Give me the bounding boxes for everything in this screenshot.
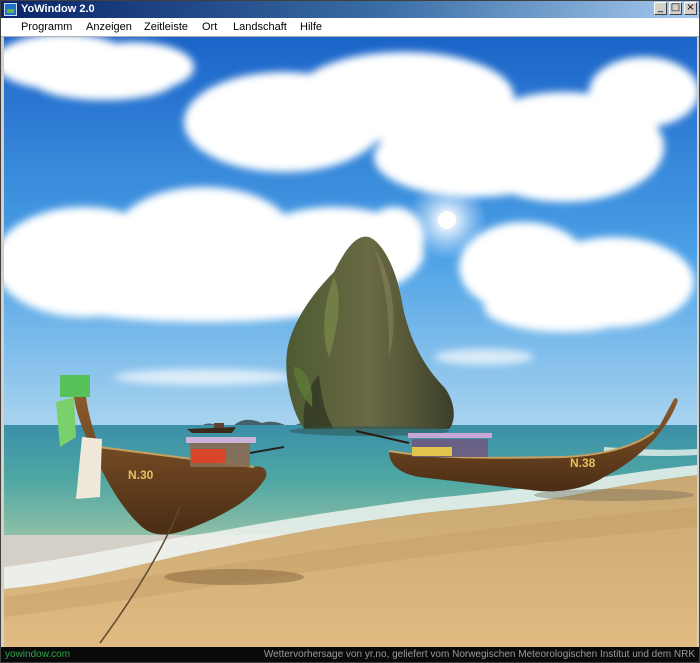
boat-right-label: N.38 [570,456,596,470]
window-title: YoWindow 2.0 [21,3,95,15]
minimize-button[interactable]: _ [654,2,667,15]
boat-left-label: N.30 [128,468,154,482]
menu-hilfe[interactable]: Hilfe [300,21,322,34]
maximize-button[interactable]: □ [669,2,682,15]
app-window: YoWindow 2.0 _ □ × Programm Anzeigen Zei… [0,0,700,663]
status-bar: yowindow.com Wettervorhersage von yr.no,… [1,647,699,662]
forecast-credit[interactable]: Wettervorhersage von yr.no, geliefert vo… [264,648,695,661]
menu-anzeigen[interactable]: Anzeigen [86,21,132,34]
menu-programm[interactable]: Programm [21,21,72,34]
menu-ort[interactable]: Ort [202,21,217,34]
title-bar[interactable]: YoWindow 2.0 _ □ × [1,1,699,18]
menu-zeitleiste[interactable]: Zeitleiste [144,21,188,34]
close-button[interactable]: × [684,2,697,15]
menu-bar: Programm Anzeigen Zeitleiste Ort Landsch… [1,18,699,37]
app-icon[interactable] [4,3,17,16]
website-link[interactable]: yowindow.com [5,648,70,661]
window-controls: _ □ × [654,2,697,15]
weather-scene[interactable]: N.38 N.30 [4,37,697,647]
menu-landschaft[interactable]: Landschaft [233,21,287,34]
landscape-view: N.38 N.30 [4,37,697,647]
